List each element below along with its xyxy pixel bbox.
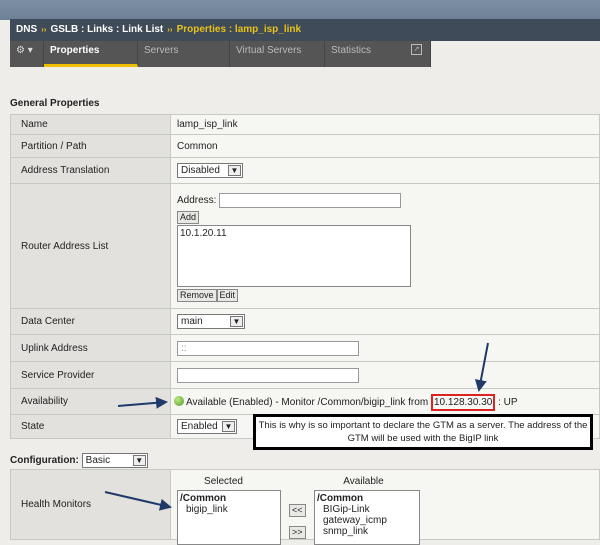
annotation-arrows [104, 342, 489, 511]
arrow-availability [117, 396, 168, 409]
arrow-health-monitors [104, 491, 172, 511]
arrow-ip [474, 342, 489, 392]
